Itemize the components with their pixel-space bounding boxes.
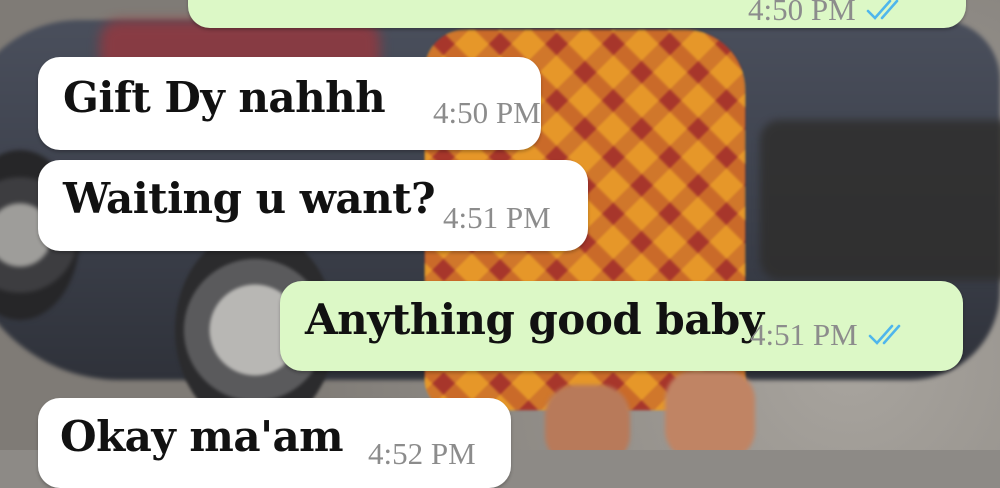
message-meta: 4:50 PM — [748, 0, 910, 28]
message-text: Anything good baby — [305, 295, 764, 344]
message-meta: 4:51 PM — [750, 317, 912, 353]
double-check-icon — [868, 324, 900, 345]
message-bubble-incoming[interactable]: Waiting u want? 4:51 PM — [38, 160, 588, 251]
message-time: 4:51 PM — [750, 317, 858, 352]
wallpaper-leg-left — [545, 385, 630, 450]
message-bubble-outgoing[interactable]: 4:50 PM — [188, 0, 966, 28]
message-text: Waiting u want? — [63, 174, 436, 223]
message-time: 4:52 PM — [368, 436, 476, 471]
message-text: Okay ma'am — [60, 412, 344, 461]
message-time: 4:50 PM — [433, 95, 541, 130]
wallpaper-leg-right — [665, 370, 755, 450]
message-bubble-incoming[interactable]: Gift Dy nahhh 4:50 PM — [38, 57, 541, 150]
message-text: Gift Dy nahhh — [63, 73, 386, 122]
double-check-icon — [866, 0, 898, 20]
message-bubble-incoming[interactable]: Okay ma'am 4:52 PM — [38, 398, 511, 488]
message-time: 4:50 PM — [748, 0, 856, 27]
message-bubble-outgoing[interactable]: Anything good baby 4:51 PM — [280, 281, 963, 371]
message-time: 4:51 PM — [443, 200, 551, 235]
wallpaper-shadow — [760, 120, 1000, 280]
